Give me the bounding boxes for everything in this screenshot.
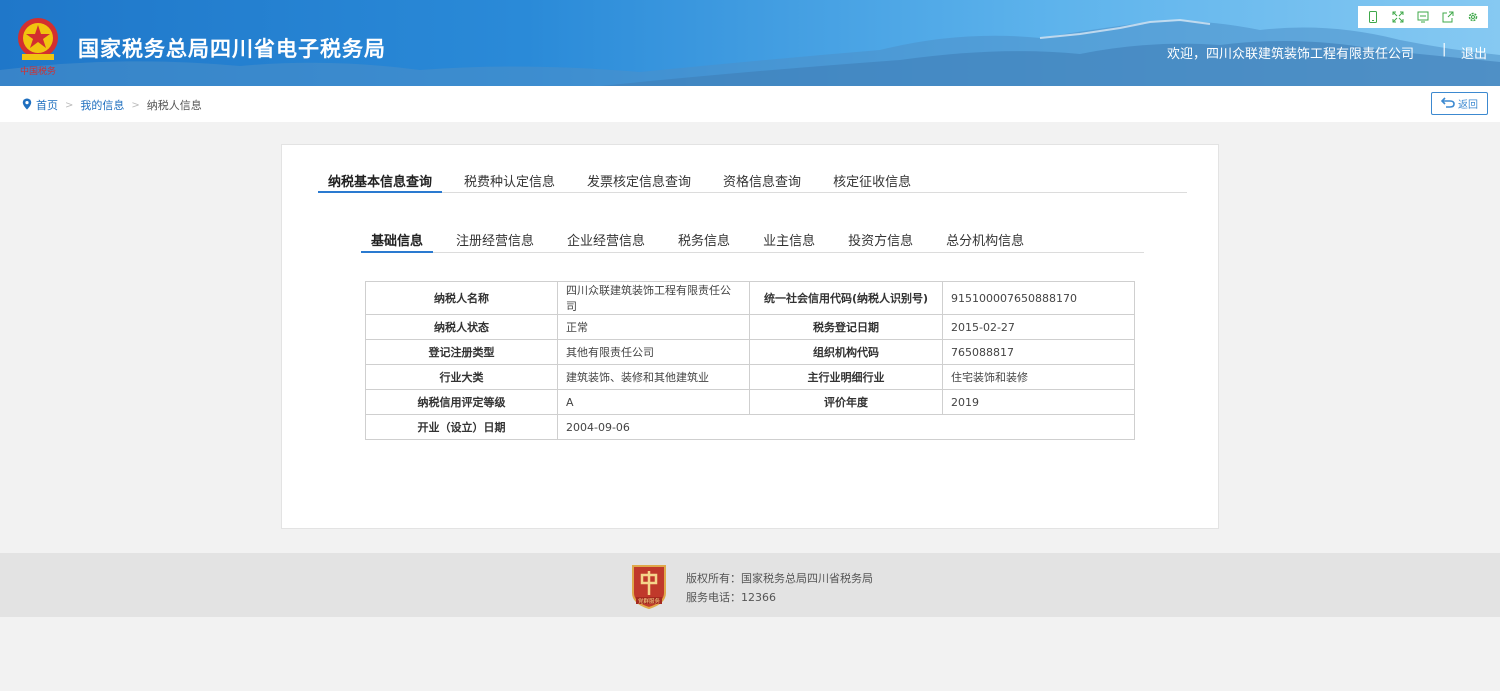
return-arrow-icon xyxy=(1440,96,1455,111)
breadcrumb-arrow-icon: > xyxy=(65,99,74,111)
monitor-icon[interactable] xyxy=(1414,9,1432,25)
table-value: 2019 xyxy=(942,389,1135,415)
back-button-label: 返回 xyxy=(1458,100,1478,111)
taxpayer-info-table: 纳税人名称 四川众联建筑装饰工程有限责任公司 统一社会信用代码(纳税人识别号) … xyxy=(365,281,1135,440)
main-tabs: 纳税基本信息查询 税费种认定信息 发票核定信息查询 资格信息查询 核定征收信息 xyxy=(318,163,1187,193)
footer-text: 版权所有：国家税务总局四川省税务局 服务电话：12366 xyxy=(686,569,873,607)
table-value: 765088817 xyxy=(942,339,1135,365)
table-label: 纳税人状态 xyxy=(365,314,558,340)
table-row: 纳税人名称 四川众联建筑装饰工程有限责任公司 统一社会信用代码(纳税人识别号) … xyxy=(365,281,1135,315)
table-value: 915100007650888170 xyxy=(942,281,1135,315)
table-row: 纳税人状态 正常 税务登记日期 2015-02-27 xyxy=(365,314,1135,340)
subtab-investor[interactable]: 投资方信息 xyxy=(838,225,923,253)
content-panel: 纳税基本信息查询 税费种认定信息 发票核定信息查询 资格信息查询 核定征收信息 … xyxy=(281,144,1219,529)
logout-link[interactable]: 退出 xyxy=(1461,43,1487,62)
national-emblem-icon: 中国税务 xyxy=(12,14,64,80)
site-title: 国家税务总局四川省电子税务局 xyxy=(78,37,386,61)
breadcrumb-current: 纳税人信息 xyxy=(146,99,202,112)
tab-tax-type-recognition[interactable]: 税费种认定信息 xyxy=(454,163,565,193)
table-label: 登记注册类型 xyxy=(365,339,558,365)
tab-qualification-query[interactable]: 资格信息查询 xyxy=(713,163,811,193)
subtab-registration[interactable]: 注册经营信息 xyxy=(446,225,544,253)
tab-basic-info-query[interactable]: 纳税基本信息查询 xyxy=(318,163,443,193)
table-label: 纳税人名称 xyxy=(365,281,558,315)
welcome-text: 欢迎，四川众联建筑装饰工程有限责任公司 xyxy=(1166,47,1414,62)
breadcrumb-home[interactable]: 首页 xyxy=(36,97,58,113)
subtab-basic-info[interactable]: 基础信息 xyxy=(361,225,434,253)
table-row: 开业（设立）日期 2004-09-06 xyxy=(365,414,1135,440)
table-value: 2015-02-27 xyxy=(942,314,1135,340)
header-banner: 中国税务 国家税务总局四川省电子税务局 欢迎，四川众联建筑装饰工程有限责任公司 … xyxy=(0,0,1500,86)
breadcrumb-bar: 首页 > 我的信息 > 纳税人信息 xyxy=(0,86,1500,122)
tab-invoice-verification[interactable]: 发票核定信息查询 xyxy=(577,163,701,193)
subtab-branch[interactable]: 总分机构信息 xyxy=(936,225,1034,253)
table-value: 正常 xyxy=(557,314,750,340)
table-row: 纳税信用评定等级 A 评价年度 2019 xyxy=(365,389,1135,415)
table-label: 开业（设立）日期 xyxy=(365,414,558,440)
service-phone: 服务电话：12366 xyxy=(686,591,776,604)
mobile-icon[interactable] xyxy=(1364,9,1382,25)
settings-icon[interactable] xyxy=(1464,9,1482,25)
footer: 党群服务 版权所有：国家税务总局四川省税务局 服务电话：12366 xyxy=(0,553,1500,617)
emblem-text: 中国税务 xyxy=(20,65,56,77)
fullscreen-icon[interactable] xyxy=(1389,9,1407,25)
copyright-text: 版权所有：国家税务总局四川省税务局 xyxy=(686,572,873,585)
table-label: 统一社会信用代码(纳税人识别号) xyxy=(749,281,943,315)
breadcrumb: 首页 > 我的信息 > 纳税人信息 xyxy=(22,97,202,113)
table-value: A xyxy=(557,389,750,415)
location-pin-icon xyxy=(22,98,32,113)
breadcrumb-my-info[interactable]: 我的信息 xyxy=(80,97,124,113)
table-row: 登记注册类型 其他有限责任公司 组织机构代码 765088817 xyxy=(365,339,1135,365)
subtab-owner[interactable]: 业主信息 xyxy=(753,225,825,253)
table-label: 组织机构代码 xyxy=(749,339,943,365)
table-value: 四川众联建筑装饰工程有限责任公司 xyxy=(557,281,750,315)
back-button[interactable]: 返回 xyxy=(1431,92,1488,115)
table-value: 其他有限责任公司 xyxy=(557,339,750,365)
table-label: 纳税信用评定等级 xyxy=(365,389,558,415)
subtab-business[interactable]: 企业经营信息 xyxy=(557,225,655,253)
party-service-badge-icon[interactable]: 党群服务 xyxy=(630,563,668,612)
table-value: 建筑装饰、装修和其他建筑业 xyxy=(557,364,750,390)
tab-assessed-collection[interactable]: 核定征收信息 xyxy=(823,163,921,193)
share-icon[interactable] xyxy=(1439,9,1457,25)
table-label: 评价年度 xyxy=(749,389,943,415)
subtab-tax[interactable]: 税务信息 xyxy=(668,225,740,253)
toolbar xyxy=(1358,6,1488,28)
badge-text: 党群服务 xyxy=(638,597,661,605)
sub-tabs: 基础信息 注册经营信息 企业经营信息 税务信息 业主信息 投资方信息 总分机构信… xyxy=(361,225,1144,253)
table-label: 主行业明细行业 xyxy=(749,364,943,390)
table-value: 住宅装饰和装修 xyxy=(942,364,1135,390)
table-value: 2004-09-06 xyxy=(557,414,1135,440)
header-separator: | xyxy=(1442,42,1447,57)
table-row: 行业大类 建筑装饰、装修和其他建筑业 主行业明细行业 住宅装饰和装修 xyxy=(365,364,1135,390)
breadcrumb-arrow-icon: > xyxy=(131,99,140,111)
table-label: 行业大类 xyxy=(365,364,558,390)
table-label: 税务登记日期 xyxy=(749,314,943,340)
